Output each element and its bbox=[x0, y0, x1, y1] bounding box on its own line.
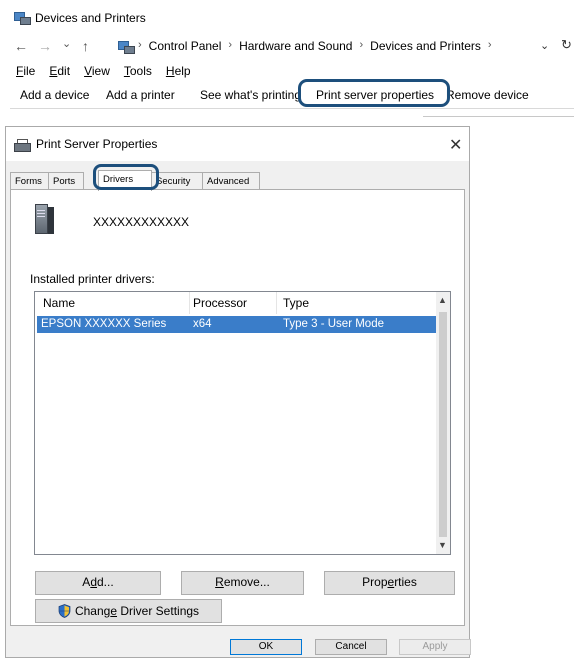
up-arrow-icon[interactable]: ↑ bbox=[82, 38, 89, 54]
vertical-scrollbar[interactable]: ▲ ▼ bbox=[436, 292, 450, 554]
tab-forms[interactable]: Forms bbox=[10, 172, 49, 190]
cancel-button[interactable]: Cancel bbox=[315, 639, 387, 655]
address-row: ← → ⌄ ↑ › Control Panel › Hardware and S… bbox=[14, 36, 574, 58]
breadcrumb-devices-and-printers[interactable]: Devices and Printers bbox=[370, 39, 481, 53]
remove-device-button[interactable]: Remove device bbox=[446, 88, 529, 102]
change-driver-settings-button[interactable]: Change Driver Settings bbox=[35, 599, 222, 623]
driver-list[interactable]: Name Processor Type EPSON XXXXXX Series … bbox=[34, 291, 451, 555]
scroll-up-icon[interactable]: ▲ bbox=[438, 295, 447, 305]
scroll-down-icon[interactable]: ▼ bbox=[438, 540, 447, 550]
driver-type-cell: Type 3 - User Mode bbox=[283, 318, 384, 330]
back-arrow-icon[interactable]: ← bbox=[14, 38, 28, 54]
highlight-callout bbox=[298, 79, 450, 107]
window-title: Devices and Printers bbox=[35, 11, 146, 25]
command-bar: Add a device Add a printer See what's pr… bbox=[10, 79, 574, 109]
add-device-button[interactable]: Add a device bbox=[20, 88, 89, 102]
highlight-callout bbox=[93, 164, 159, 190]
menu-view[interactable]: View bbox=[84, 64, 110, 78]
add-driver-button[interactable]: Add... bbox=[35, 571, 161, 595]
breadcrumb-hardware-and-sound[interactable]: Hardware and Sound bbox=[239, 39, 352, 53]
dialog-title-bar: Print Server Properties ✕ bbox=[6, 127, 469, 161]
apply-button[interactable]: Apply bbox=[399, 639, 471, 655]
forward-arrow-icon[interactable]: → bbox=[38, 38, 52, 54]
remove-driver-button[interactable]: Remove... bbox=[181, 571, 304, 595]
menu-help[interactable]: Help bbox=[166, 64, 191, 78]
breadcrumb: › Control Panel › Hardware and Sound › D… bbox=[138, 39, 492, 53]
devices-printers-icon bbox=[14, 12, 31, 25]
driver-name-cell: EPSON XXXXXX Series bbox=[41, 318, 167, 330]
menu-file[interactable]: File bbox=[16, 64, 35, 78]
server-name: XXXXXXXXXXXX bbox=[93, 215, 190, 229]
uac-shield-icon bbox=[58, 604, 71, 618]
installed-drivers-label: Installed printer drivers: bbox=[30, 272, 155, 286]
column-header-name[interactable]: Name bbox=[43, 296, 75, 310]
tab-ports[interactable]: Ports bbox=[48, 172, 84, 190]
printer-icon bbox=[14, 139, 31, 152]
see-whats-printing-button[interactable]: See what's printing bbox=[200, 88, 301, 102]
list-header: Name Processor Type bbox=[35, 292, 438, 314]
breadcrumb-separator: › bbox=[359, 39, 364, 51]
recent-locations-icon[interactable]: ⌄ bbox=[62, 37, 71, 50]
tab-advanced[interactable]: Advanced bbox=[202, 172, 260, 190]
menu-edit[interactable]: Edit bbox=[49, 64, 70, 78]
menu-bar: File Edit View Tools Help bbox=[16, 64, 191, 78]
breadcrumb-separator: › bbox=[138, 39, 142, 51]
close-icon[interactable]: ✕ bbox=[449, 135, 462, 155]
breadcrumb-control-panel[interactable]: Control Panel bbox=[149, 39, 222, 53]
divider bbox=[423, 116, 574, 117]
address-dropdown-icon[interactable]: ⌄ bbox=[540, 39, 549, 52]
breadcrumb-separator[interactable]: › bbox=[488, 39, 492, 53]
server-icon bbox=[35, 204, 55, 234]
column-header-processor[interactable]: Processor bbox=[193, 296, 247, 310]
print-server-properties-dialog: Print Server Properties ✕ Forms Ports Dr… bbox=[5, 126, 471, 658]
table-row[interactable]: EPSON XXXXXX Series x64 Type 3 - User Mo… bbox=[37, 316, 437, 333]
breadcrumb-separator: › bbox=[228, 39, 233, 51]
menu-tools[interactable]: Tools bbox=[124, 64, 152, 78]
drivers-tab-panel: XXXXXXXXXXXX Installed printer drivers: … bbox=[10, 189, 465, 626]
driver-properties-button[interactable]: Properties bbox=[324, 571, 455, 595]
window-title-bar: Devices and Printers bbox=[14, 9, 146, 27]
ok-button[interactable]: OK bbox=[230, 639, 302, 655]
driver-processor-cell: x64 bbox=[193, 318, 212, 330]
add-printer-button[interactable]: Add a printer bbox=[106, 88, 175, 102]
refresh-icon[interactable]: ↻ bbox=[561, 37, 572, 53]
scrollbar-thumb[interactable] bbox=[439, 312, 447, 537]
location-icon bbox=[118, 41, 135, 54]
dialog-title: Print Server Properties bbox=[36, 137, 158, 151]
column-header-type[interactable]: Type bbox=[283, 296, 309, 310]
